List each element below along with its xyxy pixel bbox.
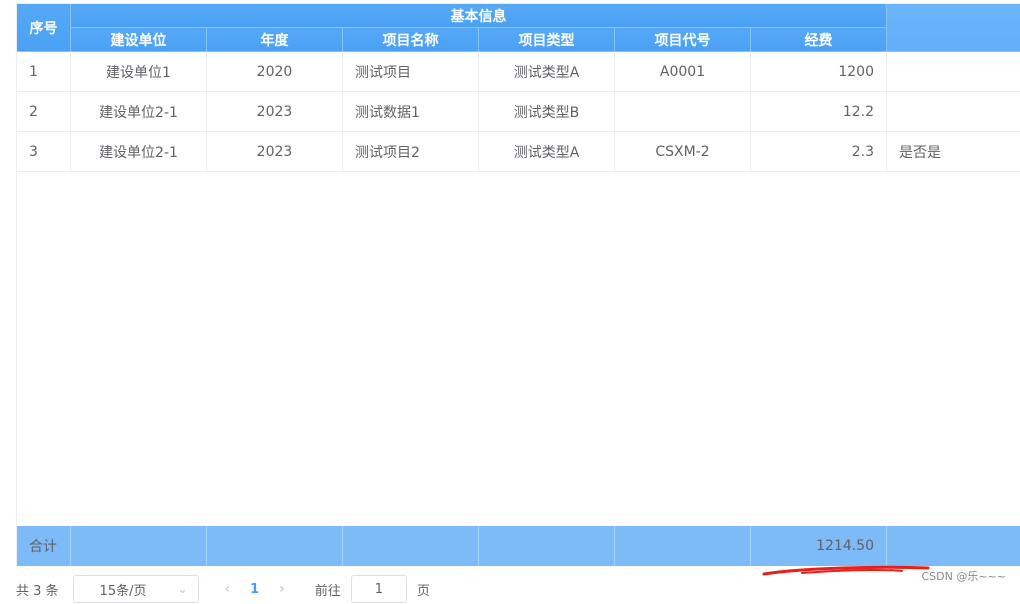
data-table: 序号 基本信息 建设单位 年度 项目名称 项目类型 项目代号 经费 1 建设单位… (16, 3, 1020, 566)
cell-type: 测试类型B (479, 92, 615, 132)
cell-unit: 建设单位2-1 (71, 132, 207, 172)
cell-fund: 1200 (751, 52, 887, 92)
summary-cell (615, 526, 751, 566)
header-col-year[interactable]: 年度 (207, 28, 343, 52)
next-page-button[interactable]: › (279, 581, 285, 597)
goto-label: 前往 (314, 583, 341, 599)
cell-name: 测试项目2 (343, 132, 479, 172)
table-row[interactable]: 3 建设单位2-1 2023 测试项目2 测试类型A CSXM-2 2.3 是否… (17, 132, 1020, 172)
cell-seq: 3 (17, 132, 71, 172)
cell-type: 测试类型A (479, 132, 615, 172)
cell-year: 2020 (207, 52, 343, 92)
header-col-name[interactable]: 项目名称 (343, 28, 479, 52)
summary-row: 合计 1214.50 (17, 526, 1020, 566)
summary-fund-total: 1214.50 (751, 526, 887, 566)
header-group-basic-info: 基本信息 (71, 4, 887, 28)
summary-label: 合计 (17, 526, 71, 566)
header-row-columns: 建设单位 年度 项目名称 项目类型 项目代号 经费 (71, 28, 887, 52)
pagination-total: 共 3 条 (16, 583, 59, 599)
cell-extra (887, 52, 1020, 92)
prev-page-button[interactable]: ‹ (225, 581, 231, 597)
header-col-fund[interactable]: 经费 (751, 28, 887, 52)
summary-cell (479, 526, 615, 566)
cell-unit: 建设单位2-1 (71, 92, 207, 132)
cell-name: 测试项目 (343, 52, 479, 92)
cell-name: 测试数据1 (343, 92, 479, 132)
goto-unit: 页 (416, 583, 430, 599)
watermark: CSDN @乐~~~ (921, 570, 1006, 583)
cell-year: 2023 (207, 92, 343, 132)
header-col-code[interactable]: 项目代号 (615, 28, 751, 52)
cell-type: 测试类型A (479, 52, 615, 92)
table-row[interactable]: 2 建设单位2-1 2023 测试数据1 测试类型B 12.2 (17, 92, 1020, 132)
cell-code: CSXM-2 (615, 132, 751, 172)
summary-cell (207, 526, 343, 566)
cell-seq: 1 (17, 52, 71, 92)
cell-fund: 12.2 (751, 92, 887, 132)
header-blank (887, 4, 1020, 52)
summary-cell (71, 526, 207, 566)
cell-extra: 是否是 (887, 132, 1020, 172)
cell-year: 2023 (207, 132, 343, 172)
cell-fund: 2.3 (751, 132, 887, 172)
pagination: 共 3 条 15条/页 ⌄ ‹ 1 › 前往 1 页 (16, 574, 616, 604)
goto-page-input[interactable]: 1 (350, 575, 407, 603)
header-col-type[interactable]: 项目类型 (479, 28, 615, 52)
cell-code: A0001 (615, 52, 751, 92)
red-underline-annotation (762, 565, 930, 576)
cell-unit: 建设单位1 (71, 52, 207, 92)
page-number-current[interactable]: 1 (250, 582, 259, 597)
page-size-select[interactable]: 15条/页 ⌄ (72, 575, 199, 603)
header-seq[interactable]: 序号 (17, 4, 71, 52)
summary-cell (343, 526, 479, 566)
header-col-unit[interactable]: 建设单位 (71, 28, 207, 52)
cell-extra (887, 92, 1020, 132)
cell-seq: 2 (17, 92, 71, 132)
summary-cell (887, 526, 1020, 566)
cell-code (615, 92, 751, 132)
table-row[interactable]: 1 建设单位1 2020 测试项目 测试类型A A0001 1200 (17, 52, 1020, 92)
chevron-down-icon: ⌄ (177, 582, 188, 596)
